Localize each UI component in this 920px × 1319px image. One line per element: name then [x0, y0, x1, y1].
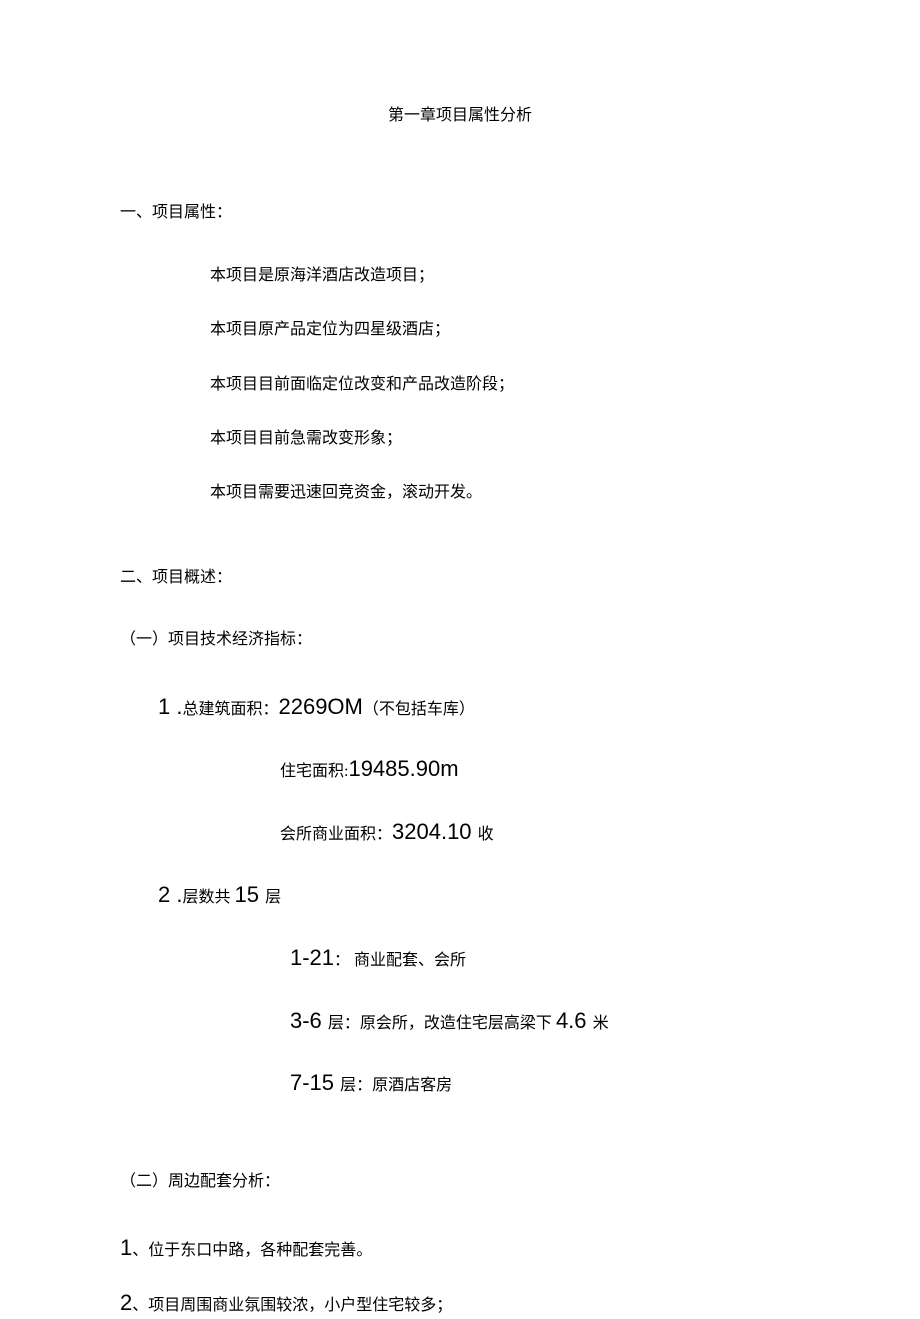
bullet-item: 本项目原产品定位为四星级酒店；: [210, 319, 800, 341]
bullet-item: 本项目需要迅速回竞资金，滚动开发。: [210, 482, 800, 504]
chapter-title: 第一章项目属性分析: [120, 105, 800, 127]
spec-floors: 2 .层数共 15 层: [158, 880, 800, 911]
section-2-heading: 二、项目概述：: [120, 567, 800, 589]
bullet-item: 本项目目前面临定位改变和产品改造阶段；: [210, 374, 800, 396]
item-number: 1 .: [158, 694, 182, 719]
spec-label: 会所商业面积：: [280, 826, 392, 843]
subsection-2-heading: （二）周边配套分析：: [120, 1171, 800, 1193]
item-note: （不包括车库）: [363, 701, 475, 718]
spec-label: 住宅面积:: [280, 763, 348, 780]
item-value: 15: [234, 882, 265, 907]
floor-desc: ： 商业配套、会所: [334, 952, 466, 969]
item-label: 层数共: [182, 889, 234, 906]
spec-club-area: 会所商业面积：3204.10 收: [280, 817, 800, 848]
item-value: 2269OM: [278, 694, 362, 719]
floor-range: 7-15: [290, 1070, 340, 1095]
floor-desc-pre: 层：原会所，改造住宅层高梁下: [328, 1015, 556, 1032]
item-text: 、位于东口中路，各种配套完善。: [132, 1242, 372, 1259]
item-number: 2: [120, 1290, 132, 1315]
bullet-item: 本项目是原海洋酒店改造项目；: [210, 265, 800, 287]
floor-value: 4.6: [556, 1008, 593, 1033]
floor-unit: 米: [593, 1015, 609, 1032]
spec-total-area: 1 .总建筑面积：2269OM（不包括车库）: [158, 692, 800, 723]
floor-range-3: 7-15 层：原酒店客房: [290, 1068, 800, 1099]
floor-range: 3-6: [290, 1008, 328, 1033]
floor-desc: 层：原酒店客房: [340, 1077, 452, 1094]
surrounding-item-2: 2、项目周围商业氛围较浓，小户型住宅较多；: [120, 1288, 800, 1319]
item-unit: 层: [265, 889, 281, 906]
item-number: 1: [120, 1235, 132, 1260]
item-label: 总建筑面积：: [182, 701, 278, 718]
spec-value: 19485.90m: [348, 756, 458, 781]
spec-value: 3204.10: [392, 819, 478, 844]
item-text: 、项目周围商业氛围较浓，小户型住宅较多；: [132, 1297, 452, 1314]
spec-residential-area: 住宅面积:19485.90m: [280, 754, 800, 785]
section-1-heading: 一、项目属性：: [120, 202, 800, 224]
surrounding-item-1: 1、位于东口中路，各种配套完善。: [120, 1233, 800, 1264]
bullet-item: 本项目目前急需改变形象；: [210, 428, 800, 450]
floor-range-1: 1-21： 商业配套、会所: [290, 943, 800, 974]
floor-range: 1-21: [290, 945, 334, 970]
item-number: 2 .: [158, 882, 182, 907]
floor-range-2: 3-6 层：原会所，改造住宅层高梁下 4.6 米: [290, 1006, 800, 1037]
subsection-1-heading: （一）项目技术经济指标：: [120, 629, 800, 651]
spec-unit: 收: [478, 826, 494, 843]
